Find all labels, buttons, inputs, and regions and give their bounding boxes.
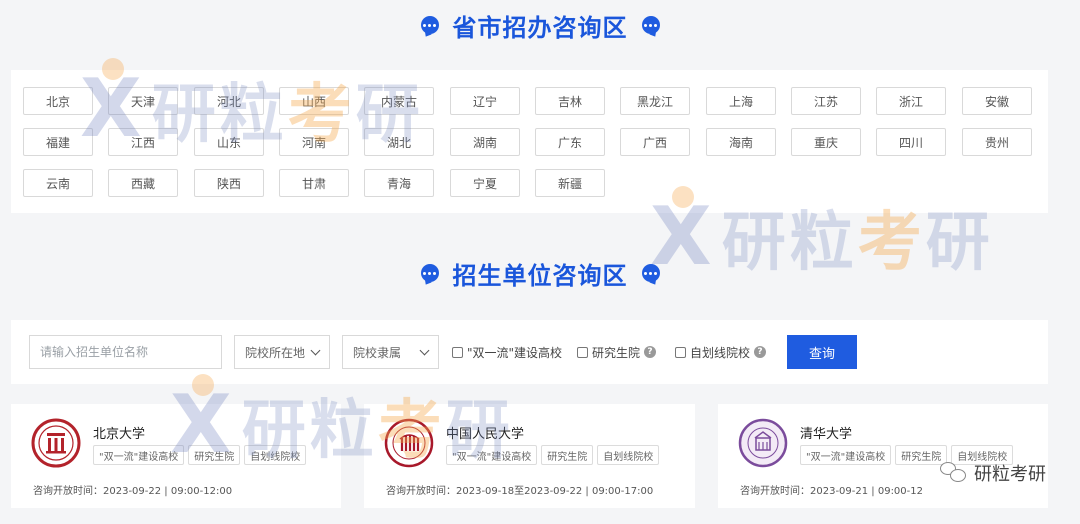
chat-bubble-icon [420,264,439,282]
consult-time: 咨询开放时间：2023-09-21 | 09:00-12 [740,486,923,497]
chevron-down-icon [419,345,430,355]
location-select-label: 院校所在地 [245,345,306,360]
tag-self-line: 自划线院校 [244,445,307,465]
province-button[interactable]: 宁夏 [450,169,520,197]
province-button[interactable]: 河北 [194,87,264,115]
province-button[interactable]: 广东 [535,128,605,156]
location-select[interactable]: 院校所在地 [234,335,330,369]
wechat-account-name: 研粒考研 [974,464,1046,485]
tag-grad-school: 研究生院 [541,445,594,465]
province-button[interactable]: 河南 [279,128,349,156]
chat-bubble-icon [641,264,660,282]
province-button[interactable]: 江西 [108,128,178,156]
province-button[interactable]: 上海 [706,87,776,115]
university-tags: "双一流"建设高校 研究生院 自划线院校 [93,445,307,465]
province-button[interactable]: 四川 [876,128,946,156]
province-button[interactable]: 山西 [279,87,349,115]
province-button[interactable]: 内蒙古 [364,87,434,115]
query-button[interactable]: 查询 [787,335,857,369]
province-button[interactable]: 江苏 [791,87,861,115]
ruc-logo-icon [384,418,434,468]
university-name[interactable]: 北京大学 [93,423,145,442]
consult-time: 咨询开放时间：2023-09-18至2023-09-22 | 09:00-17:… [386,486,654,497]
province-grid: 北京 天津 河北 山西 内蒙古 辽宁 吉林 黑龙江 上海 江苏 浙江 安徽福建 江西 山东 河南 湖北 湖南 广东… [11,70,1048,213]
province-button[interactable]: 黑龙江 [620,87,690,115]
tag-double-first: "双一流"建设高校 [800,445,892,465]
chat-bubble-icon [420,16,439,34]
province-button[interactable]: 浙江 [876,87,946,115]
university-card-ruc[interactable]: 中国人民大学 "双一流"建设高校 研究生院 自划线院校 咨询开放时间：2023-… [364,404,695,508]
grad-school-checkbox[interactable]: 研究生院 ? [577,344,657,360]
tag-grad-school: 研究生院 [188,445,241,465]
university-name[interactable]: 清华大学 [800,423,852,442]
province-button[interactable]: 广西 [620,128,690,156]
checkbox-icon[interactable] [675,346,686,358]
checkbox-icon[interactable] [577,346,588,358]
province-button[interactable]: 天津 [108,87,178,115]
university-card-pku[interactable]: 北京大学 "双一流"建设高校 研究生院 自划线院校 咨询开放时间：2023-09… [11,404,341,508]
province-button[interactable]: 云南 [23,169,93,197]
province-button[interactable]: 福建 [23,128,93,156]
province-button[interactable]: 新疆 [535,169,605,197]
checkbox-icon[interactable] [452,346,463,358]
province-section-title: 省市招办咨询区 [0,8,1080,42]
wechat-icon [940,462,968,484]
province-button[interactable]: 重庆 [791,128,861,156]
province-button[interactable]: 贵州 [962,128,1032,156]
province-title-text: 省市招办咨询区 [452,13,628,42]
self-line-label: 自划线院校 [690,345,751,360]
tag-double-first: "双一流"建设高校 [446,445,538,465]
university-name[interactable]: 中国人民大学 [446,423,524,442]
unit-title-text: 招生单位咨询区 [452,261,628,290]
province-button[interactable]: 山东 [194,128,264,156]
tag-double-first: "双一流"建设高校 [93,445,185,465]
province-button[interactable]: 湖北 [364,128,434,156]
unit-name-input[interactable] [29,335,222,369]
university-card-thu[interactable]: 清华大学 "双一流"建设高校 研究生院 自划线院校 咨询开放时间：2023-09… [718,404,1048,508]
pku-logo-icon [31,418,81,468]
consult-time: 咨询开放时间：2023-09-22 | 09:00-12:00 [33,486,233,497]
tag-self-line: 自划线院校 [597,445,660,465]
wechat-account-label: 研粒考研 [940,460,1046,486]
search-bar: 院校所在地 院校隶属 "双一流"建设高校 研究生院 ? 自划线院校 ? 查询 [11,320,1048,384]
chevron-down-icon [310,345,321,355]
help-icon[interactable]: ? [754,346,767,358]
province-button[interactable]: 青海 [364,169,434,197]
province-button[interactable]: 吉林 [535,87,605,115]
province-button[interactable]: 海南 [706,128,776,156]
help-icon[interactable]: ? [644,346,657,358]
province-button[interactable]: 甘肃 [279,169,349,197]
chat-bubble-icon [641,16,660,34]
double-first-checkbox[interactable]: "双一流"建设高校 [452,344,562,360]
province-button[interactable]: 西藏 [108,169,178,197]
grad-school-label: 研究生院 [592,345,641,360]
province-button[interactable]: 辽宁 [450,87,520,115]
province-button[interactable]: 湖南 [450,128,520,156]
double-first-label: "双一流"建设高校 [467,345,563,360]
self-line-checkbox[interactable]: 自划线院校 ? [675,344,767,360]
university-tags: "双一流"建设高校 研究生院 自划线院校 [446,445,660,465]
unit-section-title: 招生单位咨询区 [0,256,1080,290]
province-button[interactable]: 安徽 [962,87,1032,115]
thu-logo-icon [738,418,788,468]
province-button[interactable]: 北京 [23,87,93,115]
province-button[interactable]: 陕西 [194,169,264,197]
affiliation-select[interactable]: 院校隶属 [342,335,439,369]
affiliation-select-label: 院校隶属 [353,345,402,360]
